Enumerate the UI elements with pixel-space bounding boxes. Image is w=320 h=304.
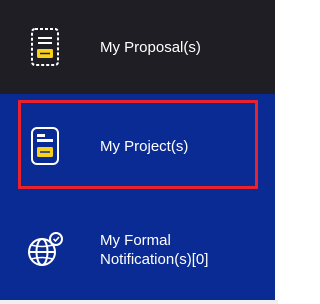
menu-item-my-projects[interactable]: My Project(s)	[0, 94, 275, 198]
menu-item-label: My Project(s)	[100, 137, 189, 155]
menu-bottom-edge	[0, 300, 278, 304]
label-line-1: My Formal	[100, 232, 171, 249]
label-line-2: Notification(s)[0]	[100, 251, 209, 268]
menu-item-my-proposals[interactable]: My Proposal(s)	[0, 0, 275, 94]
menu-item-label: My Proposal(s)	[100, 38, 201, 56]
project-document-icon	[22, 123, 68, 169]
menu-item-my-formal-notifications[interactable]: My Formal Notification(s)[0]	[0, 198, 275, 302]
globe-notification-icon	[22, 227, 68, 273]
menu-item-label: My Formal Notification(s)[0]	[100, 231, 208, 269]
proposal-document-icon	[22, 24, 68, 70]
side-menu: My Proposal(s) My Project(s) My Formal N…	[0, 0, 278, 304]
